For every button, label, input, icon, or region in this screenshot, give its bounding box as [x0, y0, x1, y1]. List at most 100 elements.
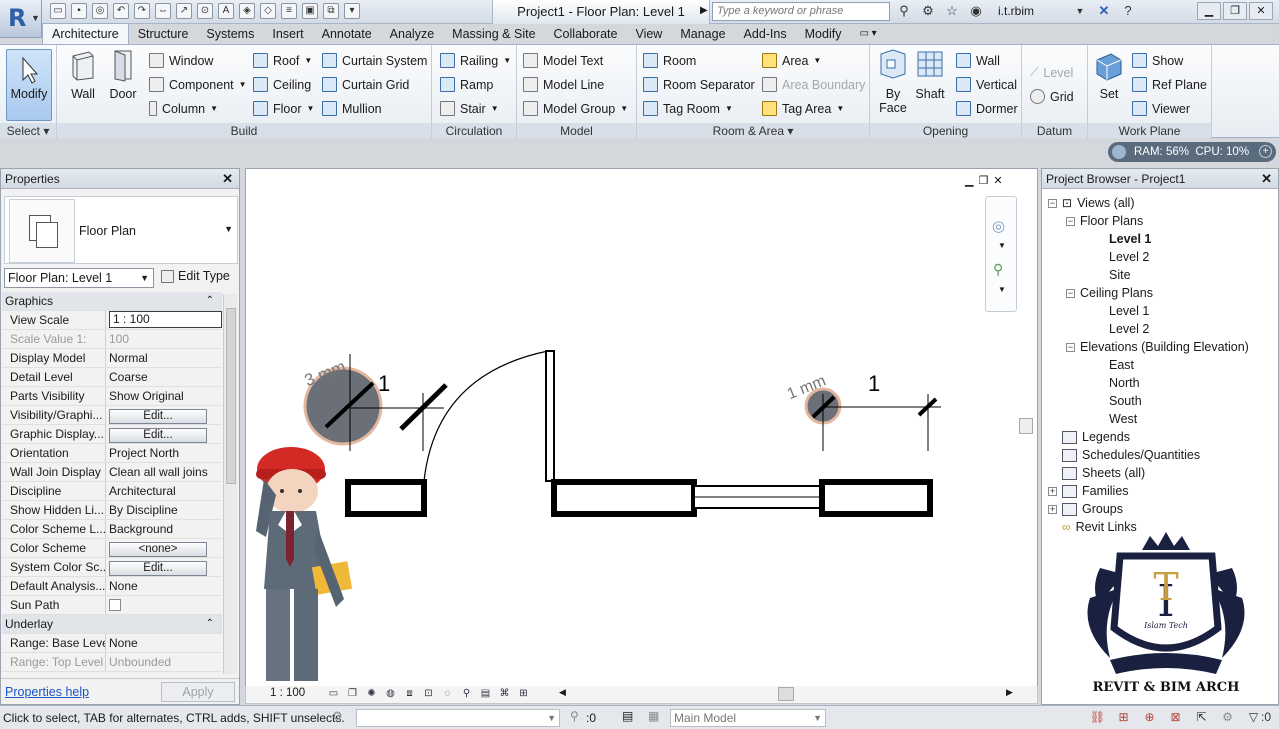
- curtain-system-button[interactable]: Curtain System: [322, 53, 427, 68]
- property-value[interactable]: Normal: [106, 349, 222, 367]
- view-scale-control[interactable]: 1 : 100: [270, 687, 305, 699]
- chevron-down-icon[interactable]: ▼: [1072, 3, 1088, 19]
- property-value[interactable]: None: [106, 634, 222, 652]
- detail-level-icon[interactable]: ▭: [326, 687, 341, 701]
- area-boundary-button[interactable]: Area Boundary: [762, 77, 865, 92]
- wall-segment[interactable]: [819, 479, 933, 517]
- workset-dropdown[interactable]: ▼: [356, 709, 560, 727]
- section-graphics[interactable]: Graphics ⌃: [2, 292, 222, 311]
- restore-icon[interactable]: ❐: [978, 174, 988, 187]
- property-value[interactable]: Architectural: [106, 482, 222, 500]
- restore-icon[interactable]: ❐: [1223, 2, 1247, 20]
- tag-room-button[interactable]: Tag Room ▼: [643, 101, 733, 116]
- collapse-icon[interactable]: −: [1048, 198, 1057, 208]
- 3d-view-icon[interactable]: ◈: [239, 3, 255, 19]
- select-pinned-icon[interactable]: ⊕: [1141, 709, 1158, 726]
- sun-path-checkbox[interactable]: [109, 599, 121, 611]
- workset-icon[interactable]: ⚙: [332, 709, 343, 723]
- analytical-model-icon[interactable]: ⌘: [497, 687, 512, 701]
- sync-icon[interactable]: ◎: [92, 3, 108, 19]
- by-face-button[interactable]: By Face: [876, 48, 910, 115]
- exchange-icon[interactable]: ✕: [1096, 3, 1112, 19]
- chevron-down-icon[interactable]: ▼: [998, 285, 1006, 294]
- select-links-icon[interactable]: ⛓: [1089, 709, 1106, 726]
- drag-elements-icon[interactable]: ⇱: [1193, 709, 1210, 726]
- search-input[interactable]: Type a keyword or phrase: [712, 2, 890, 21]
- tree-el-east[interactable]: East: [1109, 358, 1134, 372]
- zoom-icon[interactable]: ⚲: [993, 261, 1003, 278]
- temporary-properties-icon[interactable]: ▤: [478, 687, 493, 701]
- close-icon[interactable]: ✕: [222, 169, 233, 189]
- tree-fp-level-2[interactable]: Level 2: [1109, 250, 1149, 264]
- scroll-left-icon[interactable]: ◀: [559, 687, 566, 698]
- mullion-button[interactable]: Mullion: [322, 101, 382, 116]
- steering-wheel-icon[interactable]: ◎: [992, 217, 1005, 235]
- curtain-grid-button[interactable]: Curtain Grid: [322, 77, 409, 92]
- select-panel-title[interactable]: Select ▾: [0, 123, 56, 139]
- visual-style-icon[interactable]: ❐: [345, 687, 360, 701]
- reveal-hidden-icon[interactable]: ⚲: [459, 687, 474, 701]
- design-option-dropdown[interactable]: Main Model ▼: [670, 709, 826, 727]
- minimize-icon[interactable]: ▁: [1197, 2, 1221, 20]
- subscription-icon[interactable]: ⚙: [920, 3, 936, 19]
- crop-view-icon[interactable]: ⧈: [402, 687, 417, 701]
- tree-fp-level-1[interactable]: Level 1: [1109, 232, 1151, 246]
- shaft-button[interactable]: Shaft: [912, 48, 948, 101]
- collapse-icon[interactable]: −: [1066, 288, 1075, 298]
- open-icon[interactable]: ▭: [50, 3, 66, 19]
- tab-architecture[interactable]: Architecture: [42, 23, 129, 44]
- edit-button[interactable]: Edit...: [109, 428, 207, 443]
- stair-button[interactable]: Stair ▼: [440, 101, 499, 116]
- help-icon[interactable]: ?: [1120, 3, 1136, 19]
- text-icon[interactable]: A: [218, 3, 234, 19]
- design-option-icon[interactable]: ▦: [648, 709, 659, 723]
- redo-icon[interactable]: ↷: [134, 3, 150, 19]
- property-value[interactable]: Background: [106, 520, 222, 538]
- dimension-icon[interactable]: ↗: [176, 3, 192, 19]
- set-button[interactable]: Set: [1092, 48, 1126, 101]
- component-button[interactable]: Component ▼: [149, 77, 247, 92]
- tree-cp-level-1[interactable]: Level 1: [1109, 304, 1149, 318]
- star-icon[interactable]: ☆: [944, 3, 960, 19]
- undo-icon[interactable]: ↶: [113, 3, 129, 19]
- filter-icon[interactable]: ▽: [1245, 709, 1262, 726]
- ribbon-toggle[interactable]: ▭ ▾: [850, 24, 885, 44]
- thin-lines-icon[interactable]: ≡: [281, 3, 297, 19]
- plus-icon[interactable]: +: [1259, 145, 1272, 158]
- floor-button[interactable]: Floor ▼: [253, 101, 314, 116]
- canvas-vscroll-thumb[interactable]: [1019, 418, 1033, 434]
- close-icon[interactable]: ✕: [1249, 2, 1273, 20]
- tab-modify[interactable]: Modify: [796, 24, 851, 44]
- wall-button[interactable]: Wall: [63, 48, 103, 101]
- door-button[interactable]: Door: [103, 48, 143, 101]
- tab-add-ins[interactable]: Add-Ins: [735, 24, 796, 44]
- close-hidden-icon[interactable]: ▣: [302, 3, 318, 19]
- select-underlay-icon[interactable]: ⊞: [1115, 709, 1132, 726]
- save-icon[interactable]: ▪: [71, 3, 87, 19]
- properties-help-link[interactable]: Properties help: [5, 685, 89, 699]
- model-text-button[interactable]: Model Text: [523, 53, 603, 68]
- collapse-icon[interactable]: −: [1066, 342, 1075, 352]
- color-scheme-button[interactable]: <none>: [109, 542, 207, 557]
- constraints-icon[interactable]: ⊞: [516, 687, 531, 701]
- application-menu-button[interactable]: R ▼: [0, 0, 42, 38]
- chevron-right-icon[interactable]: ▶: [700, 5, 708, 16]
- area-button[interactable]: Area ▼: [762, 53, 821, 68]
- tree-ceiling-plans[interactable]: − Ceiling Plans: [1066, 286, 1153, 300]
- minimize-icon[interactable]: ▁: [965, 174, 973, 187]
- level-button[interactable]: ⟋ Level: [1030, 65, 1073, 80]
- viewer-button[interactable]: Viewer: [1132, 101, 1190, 116]
- tree-groups[interactable]: + Groups: [1048, 502, 1123, 516]
- scroll-thumb[interactable]: [226, 308, 236, 484]
- roof-button[interactable]: Roof ▼: [253, 53, 312, 68]
- tab-massing-site[interactable]: Massing & Site: [443, 24, 544, 44]
- drawing-canvas[interactable]: 3 mm 1 1 mm 1 ◎ ▼ ⚲ ▼: [245, 168, 1038, 688]
- tab-insert[interactable]: Insert: [263, 24, 312, 44]
- hscroll-thumb[interactable]: [778, 687, 794, 701]
- user-icon[interactable]: ◉: [968, 3, 984, 19]
- model-line-button[interactable]: Model Line: [523, 77, 604, 92]
- select-by-face-icon[interactable]: ⊠: [1167, 709, 1184, 726]
- tag-area-button[interactable]: Tag Area ▼: [762, 101, 844, 116]
- dormer-button[interactable]: Dormer: [956, 101, 1018, 116]
- temp-hide-icon[interactable]: ◌: [440, 687, 455, 701]
